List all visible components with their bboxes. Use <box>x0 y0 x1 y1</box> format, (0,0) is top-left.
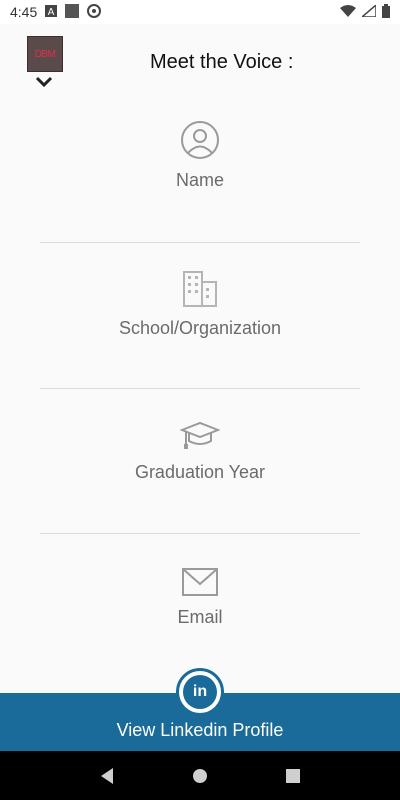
status-right <box>340 3 390 21</box>
envelope-icon <box>182 568 218 596</box>
school-section: School/Organization <box>0 270 400 339</box>
status-time: 4:45 <box>10 4 38 20</box>
linkedin-icon[interactable]: in <box>176 668 224 716</box>
recents-icon <box>286 768 301 783</box>
status-bar: 4:45 A <box>0 0 400 24</box>
name-section: Name <box>0 120 400 191</box>
logo[interactable]: DBM <box>27 36 63 72</box>
recents-button[interactable] <box>278 761 308 791</box>
graduation-label: Graduation Year <box>134 462 266 482</box>
page-title: Meet the Voice : <box>150 51 294 73</box>
chevron-down-icon[interactable] <box>34 76 54 88</box>
home-button[interactable] <box>185 761 215 791</box>
header: DBM Meet the Voice : <box>0 24 400 100</box>
divider <box>40 533 360 534</box>
home-icon <box>192 768 207 783</box>
linkedin-button-label: View Linkedin Profile <box>116 720 284 740</box>
name-label: Name <box>175 170 224 190</box>
status-left: 4:45 A <box>10 3 102 21</box>
no-signal-icon <box>359 3 377 20</box>
email-label: Email <box>177 607 223 627</box>
back-icon <box>100 767 113 784</box>
svg-text:A: A <box>48 7 55 17</box>
person-icon <box>181 121 219 159</box>
divider <box>40 388 360 389</box>
graduation-section: Graduation Year <box>0 420 400 483</box>
linkedin-icon-text: in <box>183 675 217 709</box>
square-icon <box>65 3 80 21</box>
logo-text: DBM <box>34 48 56 60</box>
email-section: Email <box>0 567 400 628</box>
font-a-icon: A <box>45 4 58 20</box>
divider <box>40 242 360 243</box>
building-icon <box>183 271 217 307</box>
system-nav-bar <box>0 751 400 800</box>
graduation-cap-icon <box>180 421 220 449</box>
school-label: School/Organization <box>118 318 282 338</box>
back-button[interactable] <box>92 761 122 791</box>
at-sign-icon <box>87 3 102 21</box>
wifi-icon <box>340 4 356 20</box>
battery-icon <box>382 3 390 21</box>
